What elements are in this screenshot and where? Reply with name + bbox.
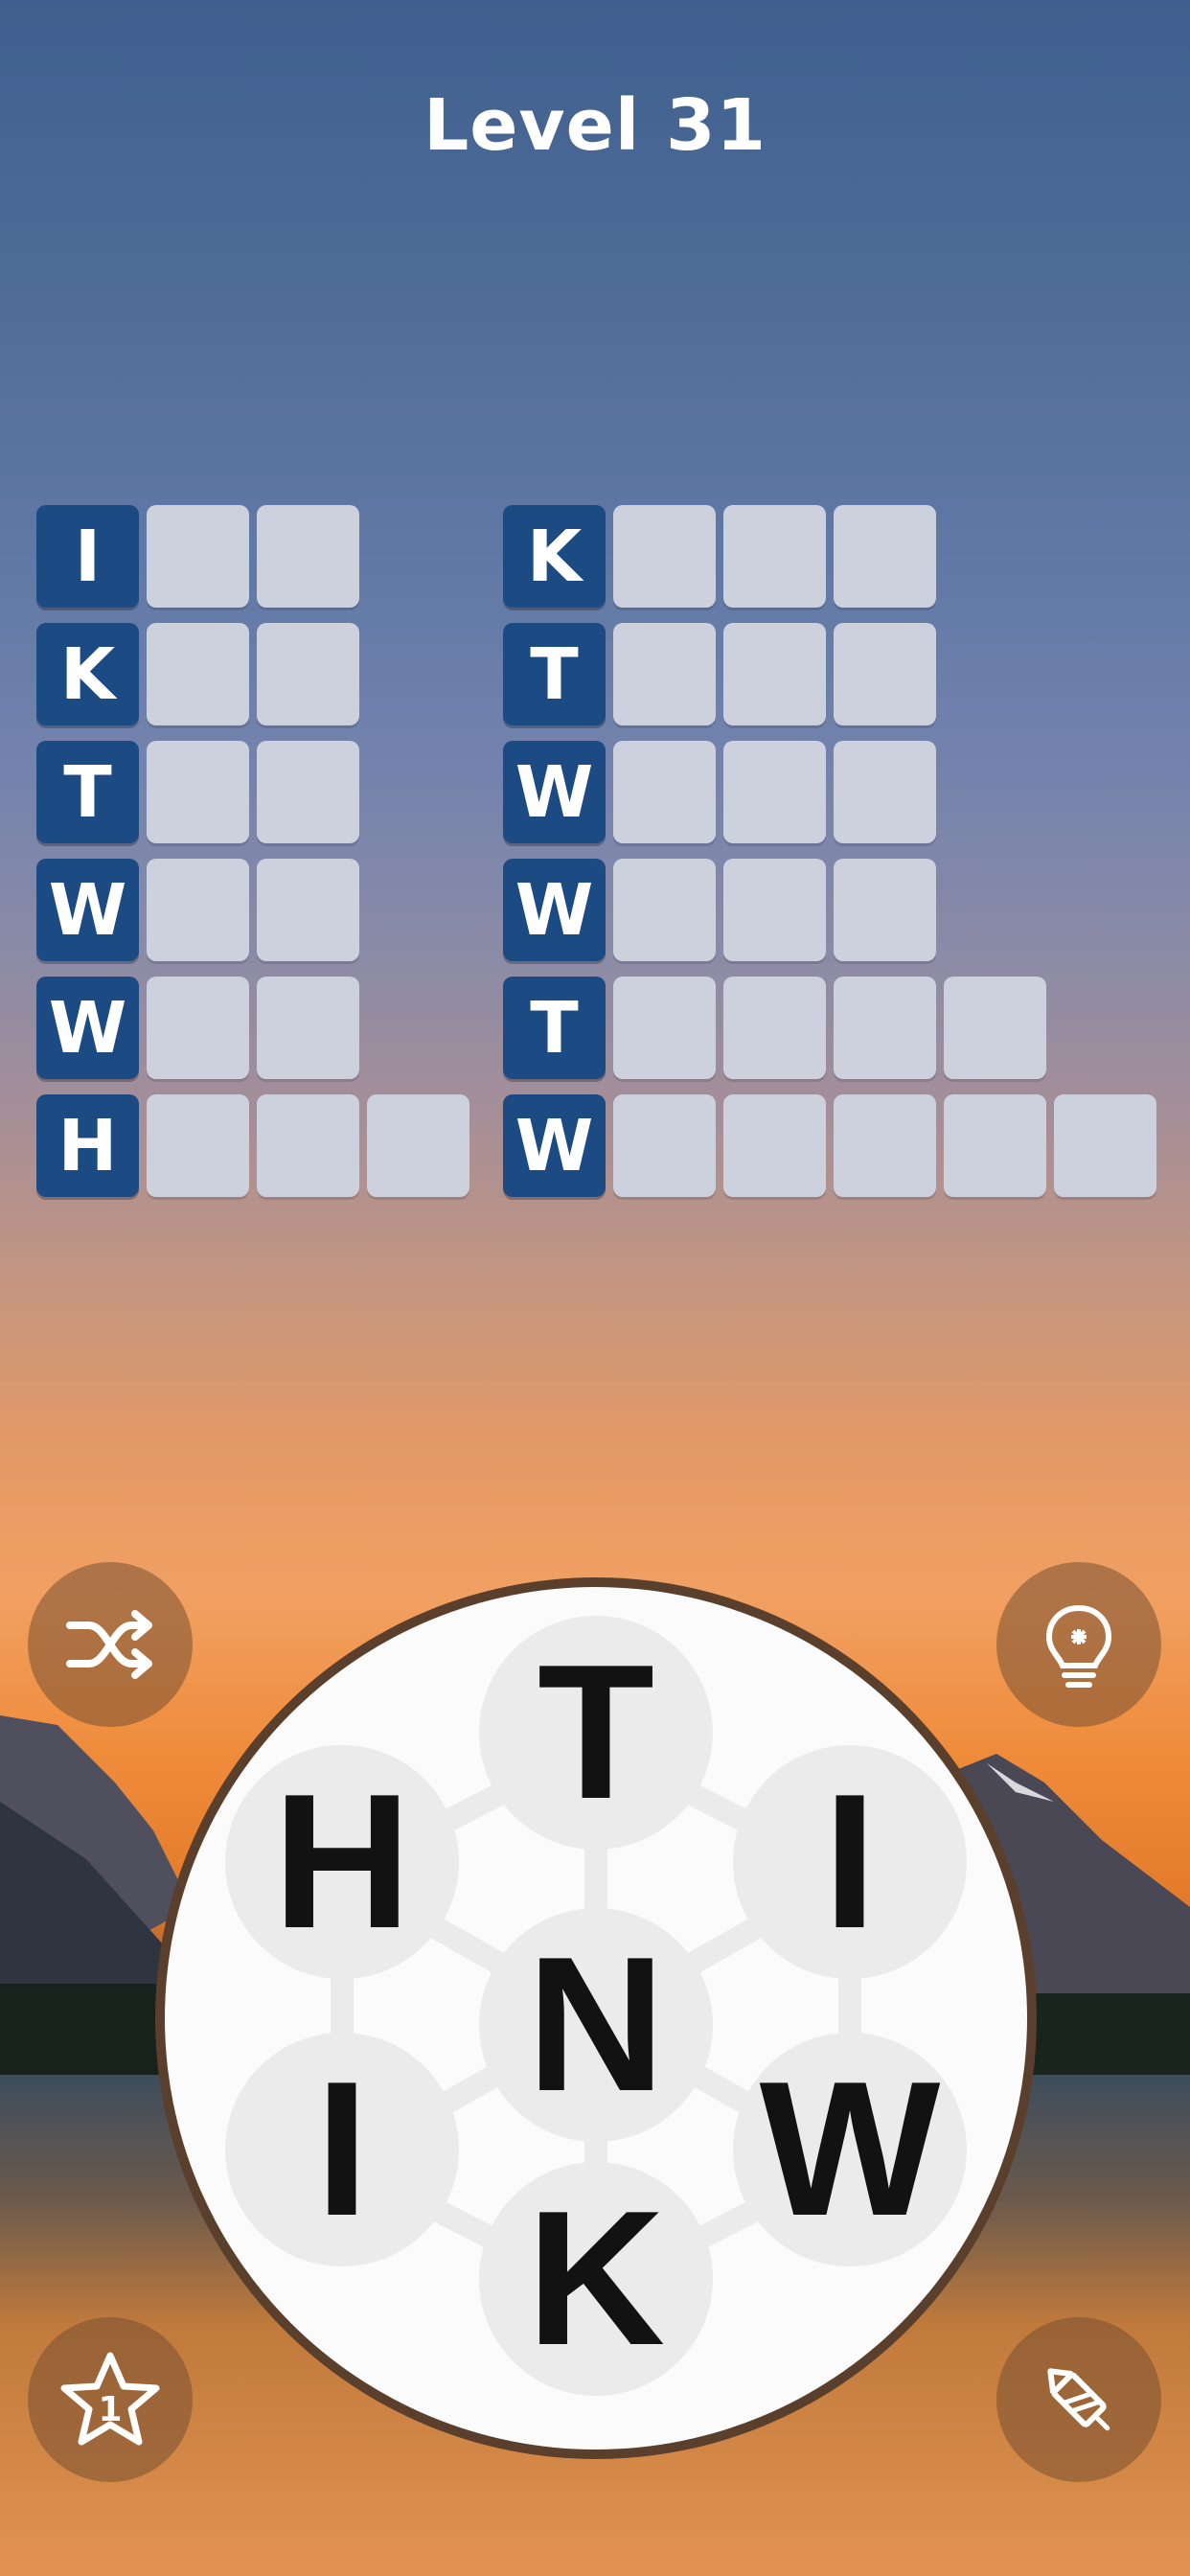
empty-letter-tile — [723, 505, 826, 608]
left-word-row: I — [36, 505, 469, 609]
revealed-letter-tile: T — [503, 977, 606, 1079]
revealed-letter-tile: K — [503, 505, 606, 608]
revealed-letter-tile: W — [503, 859, 606, 961]
lightbulb-icon — [1045, 1604, 1112, 1688]
star-icon: 1 — [60, 2352, 160, 2446]
empty-letter-tile — [613, 741, 716, 843]
word-grid-left: IKTWWH — [36, 505, 469, 1212]
empty-letter-tile — [834, 623, 936, 725]
empty-letter-tile — [834, 505, 936, 608]
empty-letter-tile — [147, 741, 249, 843]
revealed-letter-tile: W — [36, 977, 139, 1079]
empty-letter-tile — [147, 977, 249, 1079]
empty-letter-tile — [367, 1094, 469, 1197]
left-word-row: W — [36, 859, 469, 962]
left-word-row: K — [36, 623, 469, 726]
level-title: Level 31 — [423, 84, 767, 167]
empty-letter-tile — [723, 741, 826, 843]
empty-letter-tile — [944, 1094, 1046, 1197]
wheel-letter-button[interactable]: I — [225, 2033, 459, 2266]
empty-letter-tile — [1054, 1094, 1156, 1197]
revealed-letter-tile: H — [36, 1094, 139, 1197]
right-word-row: W — [503, 1094, 1156, 1198]
revealed-letter-tile: W — [503, 1094, 606, 1197]
revealed-letter-tile: T — [503, 623, 606, 725]
word-grid-right: KTWWTW — [503, 505, 1156, 1212]
empty-letter-tile — [257, 1094, 359, 1197]
empty-letter-tile — [257, 977, 359, 1079]
wheel-letter-button[interactable]: W — [733, 2033, 967, 2266]
empty-letter-tile — [723, 977, 826, 1079]
bonus-count: 1 — [98, 2390, 122, 2429]
left-word-row: H — [36, 1094, 469, 1198]
right-word-row: K — [503, 505, 1156, 609]
revealed-letter-tile: K — [36, 623, 139, 725]
right-word-row: T — [503, 977, 1156, 1080]
right-word-row: W — [503, 741, 1156, 844]
shuffle-icon — [66, 1610, 152, 1679]
empty-letter-tile — [257, 859, 359, 961]
revealed-letter-tile: I — [36, 505, 139, 608]
empty-letter-tile — [834, 977, 936, 1079]
empty-letter-tile — [834, 741, 936, 843]
empty-letter-tile — [944, 977, 1046, 1079]
empty-letter-tile — [257, 623, 359, 725]
empty-letter-tile — [613, 623, 716, 725]
wheel-letter-button[interactable]: H — [225, 1745, 459, 1979]
empty-letter-tile — [613, 859, 716, 961]
left-word-row: T — [36, 741, 469, 844]
empty-letter-tile — [723, 623, 826, 725]
revealed-letter-tile: T — [36, 741, 139, 843]
left-word-row: W — [36, 977, 469, 1080]
empty-letter-tile — [613, 505, 716, 608]
empty-letter-tile — [147, 1094, 249, 1197]
empty-letter-tile — [613, 1094, 716, 1197]
right-word-row: T — [503, 623, 1156, 726]
empty-letter-tile — [147, 859, 249, 961]
wheel-letter-button[interactable]: I — [733, 1745, 967, 1979]
empty-letter-tile — [834, 1094, 936, 1197]
firework-rocket-icon — [1047, 2368, 1110, 2431]
wheel-letter-button[interactable]: N — [479, 1908, 713, 2142]
empty-letter-tile — [613, 977, 716, 1079]
revealed-letter-tile: W — [36, 859, 139, 961]
empty-letter-tile — [723, 859, 826, 961]
wheel-letter-button[interactable]: K — [479, 2162, 713, 2396]
empty-letter-tile — [834, 859, 936, 961]
empty-letter-tile — [147, 505, 249, 608]
empty-letter-tile — [147, 623, 249, 725]
empty-letter-tile — [723, 1094, 826, 1197]
right-word-row: W — [503, 859, 1156, 962]
empty-letter-tile — [257, 741, 359, 843]
revealed-letter-tile: W — [503, 741, 606, 843]
empty-letter-tile — [257, 505, 359, 608]
wheel-letter-button[interactable]: T — [479, 1616, 713, 1850]
